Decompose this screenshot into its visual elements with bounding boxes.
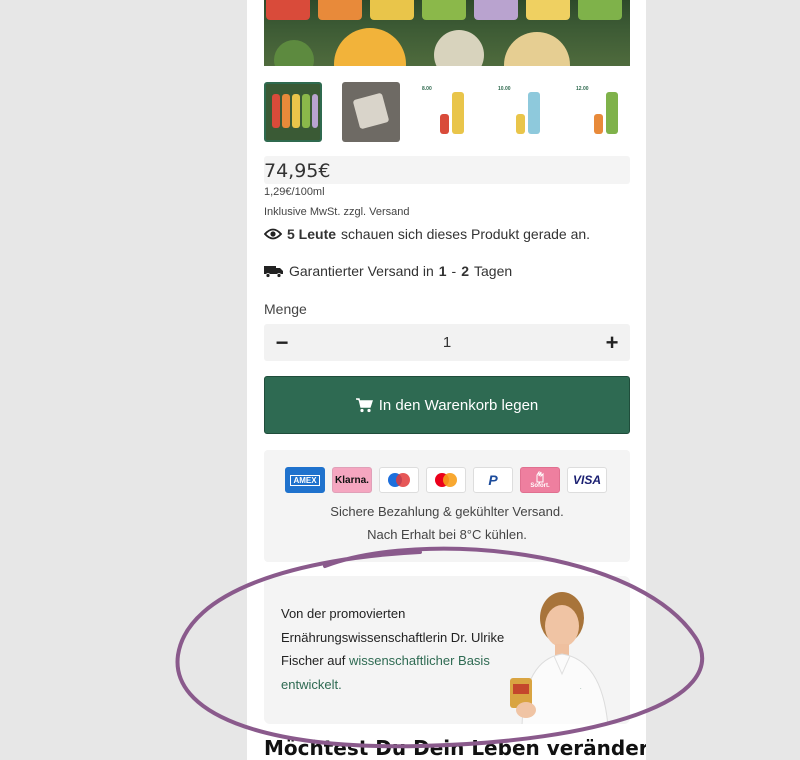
payment-box: AMEX Klarna. P Sofort. VISA Sichere Beza… — [264, 450, 630, 562]
doctor-line-1: Von der promovierten — [281, 606, 406, 621]
doctor-line-2: Ernährungswissenschaftlerin Dr. Ulrike — [281, 629, 505, 645]
add-to-cart-button[interactable]: In den Warenkorb legen — [264, 376, 630, 434]
sofort-icon: Sofort. — [520, 467, 560, 493]
quantity-decrease-button[interactable]: − — [264, 324, 300, 361]
bottle-cap — [370, 0, 414, 20]
payment-logos: AMEX Klarna. P Sofort. VISA — [285, 467, 607, 493]
shipping-prefix: Garantierter Versand in — [289, 263, 434, 279]
thumbnail-1[interactable] — [264, 82, 322, 142]
maestro-icon — [379, 467, 419, 493]
quantity-label: Menge — [264, 301, 307, 317]
shipping-info: Garantierter Versand in 1 - 2 Tagen — [264, 263, 512, 279]
doctor-line-3: Fischer auf — [281, 653, 346, 668]
viewer-text: schauen sich dieses Produkt gerade an. — [341, 226, 591, 242]
vat-note: Inklusive MwSt. zzgl. Versand — [264, 206, 410, 218]
quantity-increase-button[interactable]: + — [594, 324, 630, 361]
fruit-slice — [434, 30, 484, 66]
shipping-suffix: Tagen — [474, 263, 513, 279]
doctor-banner: Von der promovierten Ernährungswissensch… — [264, 576, 630, 724]
thumbnail-4[interactable]: 10.00 — [494, 82, 552, 142]
quantity-stepper: − 1 + — [264, 324, 630, 361]
quantity-input[interactable]: 1 — [304, 334, 590, 351]
shipping-sep: - — [451, 263, 457, 279]
live-viewers: 5 Leute schauen sich dieses Produkt gera… — [264, 226, 590, 242]
bottle-cap — [526, 0, 570, 20]
payment-note-2: Nach Erhalt bei 8°C kühlen. — [367, 527, 527, 542]
bottle-cap — [422, 0, 466, 20]
klarna-icon: Klarna. — [332, 467, 372, 493]
viewer-count: 5 Leute — [287, 226, 337, 242]
doctor-highlight-1: wissenschaftlicher Basis — [348, 653, 490, 668]
fruit-slice — [504, 32, 570, 66]
truck-icon — [264, 266, 283, 278]
paypal-icon: P — [473, 467, 513, 493]
shipping-to: 2 — [461, 263, 470, 279]
cart-icon — [355, 397, 373, 412]
bottle-cap — [474, 0, 518, 20]
mastercard-icon — [426, 467, 466, 493]
product-page: 8.00 10.00 12.00 74,95€ 1,29€/100ml Inkl… — [247, 0, 646, 760]
thumbnail-2[interactable] — [342, 82, 400, 142]
thumbnail-5[interactable]: 12.00 — [572, 82, 630, 142]
bottle-cap — [266, 0, 310, 20]
shipping-from: 1 — [438, 263, 447, 279]
bottle-cap — [318, 0, 362, 20]
visa-icon: VISA — [567, 467, 607, 493]
thumbnail-3[interactable]: 8.00 — [418, 82, 476, 142]
doctor-portrait: · — [510, 592, 609, 724]
doctor-text: Von der promovierten Ernährungswissensch… — [281, 602, 511, 696]
section-teaser-heading: Möchtest Du Dein Leben verändern? — [264, 736, 646, 760]
product-hero-image — [264, 0, 630, 66]
add-to-cart-label: In den Warenkorb legen — [378, 396, 539, 414]
payment-note-1: Sichere Bezahlung & gekühlter Versand. — [330, 504, 564, 519]
unit-price: 1,29€/100ml — [264, 186, 325, 198]
amex-icon: AMEX — [285, 467, 325, 493]
eye-icon — [264, 228, 282, 240]
bottle-cap — [578, 0, 622, 20]
orange-slice — [334, 28, 406, 66]
doctor-highlight-2: entwickelt. — [281, 676, 342, 692]
leaf — [274, 40, 314, 66]
thumbnail-gallery: 8.00 10.00 12.00 — [264, 82, 630, 144]
product-price: 74,95€ — [264, 160, 331, 182]
price-row: 74,95€ — [264, 156, 630, 184]
